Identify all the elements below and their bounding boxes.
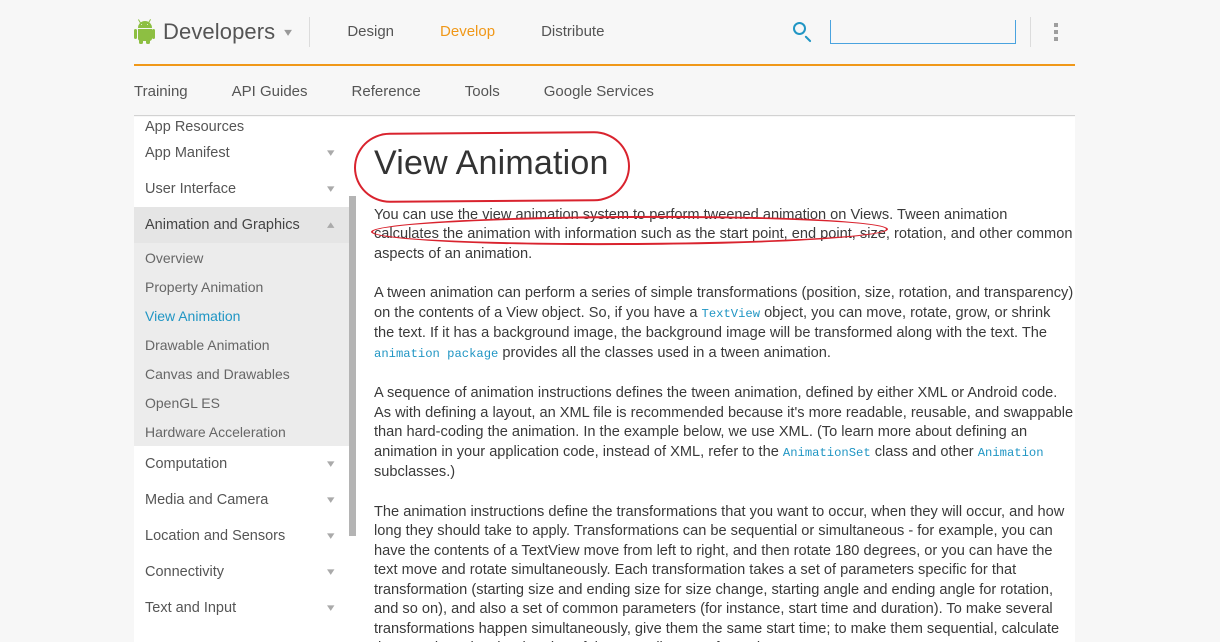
- paragraph-intro: You can use the view animation system to…: [374, 206, 1074, 265]
- subnav-item-reference[interactable]: Reference: [330, 69, 443, 115]
- header-divider: [309, 17, 310, 47]
- sidebar-item-connectivity[interactable]: Connectivity ▾: [134, 554, 350, 590]
- paragraph-sequence: A sequence of animation instructions def…: [374, 384, 1074, 483]
- page-root: Developers ▾ Design Develop Distribute: [0, 0, 1220, 642]
- chevron-down-icon[interactable]: ▾: [284, 26, 292, 38]
- paragraph-instructions: The animation instructions define the tr…: [374, 503, 1074, 642]
- sidebar-item-canvas-and-drawables[interactable]: Canvas and Drawables: [134, 359, 350, 388]
- sidebar-item-label: Drawable Animation: [145, 337, 270, 353]
- sidebar-item-animation-and-graphics[interactable]: Animation and Graphics ▴: [134, 207, 350, 243]
- chevron-down-icon: ▾: [328, 459, 335, 470]
- sidebar-item-app-manifest[interactable]: App Manifest ▾: [134, 135, 350, 171]
- sidebar-item-label: User Interface: [145, 181, 328, 197]
- api-link-textview[interactable]: TextView: [702, 307, 761, 321]
- sidebar-item-label: OpenGL ES: [145, 395, 220, 411]
- sidebar-item-label: Animation and Graphics: [145, 217, 328, 233]
- secondary-nav: Training API Guides Reference Tools Goog…: [134, 68, 1075, 116]
- brand-developers[interactable]: Developers ▾: [134, 0, 309, 64]
- subnav-item-google-services[interactable]: Google Services: [522, 69, 676, 115]
- sidebar-item-label: Overview: [145, 250, 203, 266]
- chevron-down-icon: ▾: [328, 567, 335, 578]
- sidebar-scrollbar-thumb[interactable]: [349, 196, 356, 536]
- doc-sidebar: App Resources App Manifest ▾ User Interf…: [134, 117, 350, 642]
- paragraph-text: subclasses.): [374, 464, 455, 480]
- sidebar-item-computation[interactable]: Computation ▾: [134, 446, 350, 482]
- sidebar-item-media-and-camera[interactable]: Media and Camera ▾: [134, 482, 350, 518]
- brand-label: Developers: [163, 19, 275, 45]
- chevron-down-icon: ▾: [328, 495, 335, 506]
- paragraph-text: provides all the classes used in a tween…: [498, 345, 831, 361]
- sidebar-item-text-and-input[interactable]: Text and Input ▾: [134, 590, 350, 626]
- sidebar-item-property-animation[interactable]: Property Animation: [134, 272, 350, 301]
- chevron-down-icon: ▾: [328, 531, 335, 542]
- api-link-animation-package[interactable]: animation package: [374, 347, 498, 361]
- doc-content: View Animation You can use the view anim…: [374, 117, 1075, 642]
- header-inner: Developers ▾ Design Develop Distribute: [134, 0, 1075, 66]
- sidebar-item-label: Canvas and Drawables: [145, 366, 290, 382]
- sidebar-item-label: App Resources: [145, 119, 334, 135]
- sidebar-item-view-animation[interactable]: View Animation: [134, 301, 350, 330]
- chevron-down-icon: ▾: [328, 184, 335, 195]
- android-robot-icon: [134, 20, 155, 44]
- sidebar-item-hardware-acceleration[interactable]: Hardware Acceleration: [134, 417, 350, 446]
- page-title: View Animation: [374, 133, 1075, 186]
- subnav-item-training[interactable]: Training: [134, 69, 210, 115]
- kebab-menu-icon[interactable]: [1047, 21, 1065, 43]
- site-header: Developers ▾ Design Develop Distribute: [0, 0, 1220, 66]
- sidebar-item-user-interface[interactable]: User Interface ▾: [134, 171, 350, 207]
- sidebar-item-label: Property Animation: [145, 279, 263, 295]
- first-sentence: You can use the view animation system to…: [374, 207, 893, 223]
- sidebar-item-location-and-sensors[interactable]: Location and Sensors ▾: [134, 518, 350, 554]
- sidebar-item-app-resources[interactable]: App Resources: [134, 117, 350, 135]
- primary-nav: Design Develop Distribute: [324, 0, 627, 64]
- chevron-up-icon: ▴: [328, 220, 335, 231]
- header-separator: [1030, 17, 1031, 47]
- sidebar-item-label: App Manifest: [145, 145, 328, 161]
- sidebar-group-animation-and-graphics: Animation and Graphics ▴ Overview Proper…: [134, 207, 350, 446]
- sidebar-item-opengl-es[interactable]: OpenGL ES: [134, 388, 350, 417]
- sidebar-item-label: View Animation: [145, 308, 240, 324]
- sidebar-item-overview[interactable]: Overview: [134, 243, 350, 272]
- nav-item-design[interactable]: Design: [324, 0, 417, 64]
- nav-item-distribute[interactable]: Distribute: [518, 0, 627, 64]
- subnav-item-api-guides[interactable]: API Guides: [210, 69, 330, 115]
- body-area: App Resources App Manifest ▾ User Interf…: [134, 117, 1075, 642]
- header-right: [792, 17, 1075, 47]
- sidebar-item-label: Location and Sensors: [145, 528, 328, 544]
- search-box[interactable]: [830, 20, 1016, 44]
- api-link-animationset[interactable]: AnimationSet: [783, 446, 871, 460]
- nav-item-develop[interactable]: Develop: [417, 0, 518, 64]
- search-input[interactable]: [835, 23, 1015, 40]
- paragraph-text: class and other: [871, 444, 978, 460]
- sidebar-item-drawable-animation[interactable]: Drawable Animation: [134, 330, 350, 359]
- paragraph-transformations: A tween animation can perform a series o…: [374, 284, 1074, 364]
- sidebar-item-label: Hardware Acceleration: [145, 424, 286, 440]
- chevron-down-icon: ▾: [328, 603, 335, 614]
- sidebar-item-label: Computation: [145, 456, 328, 472]
- sidebar-item-label: Text and Input: [145, 600, 328, 616]
- search-icon[interactable]: [792, 21, 814, 43]
- api-link-animation[interactable]: Animation: [978, 446, 1044, 460]
- sidebar-item-label: Media and Camera: [145, 492, 328, 508]
- sidebar-item-label: Connectivity: [145, 564, 328, 580]
- subnav-item-tools[interactable]: Tools: [443, 69, 522, 115]
- chevron-down-icon: ▾: [328, 148, 335, 159]
